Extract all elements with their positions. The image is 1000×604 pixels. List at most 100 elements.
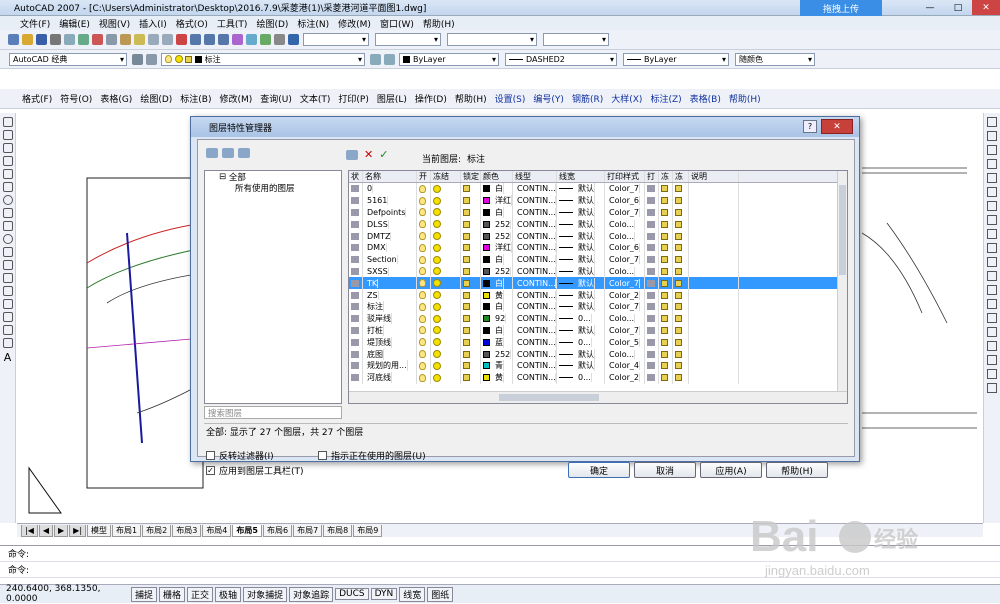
layer-name-cell[interactable]: 河底线 (363, 371, 417, 384)
layer-plotstyle-cell[interactable]: Color_7 (605, 183, 645, 195)
stretch-icon[interactable] (987, 229, 997, 239)
layer-row[interactable]: 驳岸线 92 CONTIN... 0... Colo... (349, 312, 847, 325)
layer-linetype-cell[interactable]: CONTIN... (513, 218, 557, 231)
layer-description-cell[interactable] (689, 289, 739, 301)
match-properties-icon[interactable] (133, 34, 145, 45)
layer-new-vp-freeze-cell[interactable] (673, 194, 689, 207)
new-group-filter-icon[interactable] (222, 148, 234, 158)
revision-cloud-icon[interactable] (2, 208, 13, 218)
layer-vp-freeze-cell[interactable] (659, 206, 673, 219)
invert-filter-box[interactable] (206, 451, 215, 460)
pan-icon[interactable] (175, 34, 187, 45)
tab-layout1[interactable]: 布局1 (112, 524, 142, 537)
properties-icon[interactable] (231, 34, 243, 45)
menu-file[interactable]: 文件(F) (20, 17, 50, 30)
table-icon[interactable] (2, 338, 13, 348)
layer-row[interactable]: Section 白 CONTIN... 默认 Color_7 (349, 253, 847, 266)
layer-plot-cell[interactable] (645, 241, 659, 254)
mirror-icon[interactable] (987, 145, 997, 155)
redo-icon[interactable] (161, 34, 173, 45)
layer-linetype-cell[interactable]: CONTIN... (513, 348, 557, 360)
layer-status-cell[interactable] (349, 241, 363, 254)
col-on[interactable]: 开 (417, 171, 431, 182)
layer-row[interactable]: Defpoints 白 CONTIN... 默认 Color_7 (349, 206, 847, 219)
arc-icon[interactable] (2, 182, 13, 192)
layer-new-vp-freeze-cell[interactable] (673, 359, 689, 372)
layer-description-cell[interactable] (689, 277, 739, 290)
layer-plotstyle-cell[interactable]: Colo... (605, 348, 645, 360)
layer-freeze-cell[interactable] (431, 289, 461, 301)
layer-linetype-cell[interactable]: CONTIN... (513, 241, 557, 254)
layer-new-vp-freeze-cell[interactable] (673, 277, 689, 290)
layer-freeze-cell[interactable] (431, 336, 461, 349)
layer-plotstyle-cell[interactable]: Color_2 (605, 289, 645, 301)
explode-icon[interactable] (987, 341, 997, 351)
workspace-combo[interactable]: AutoCAD 经典 (9, 52, 127, 66)
linetype-combo[interactable]: DASHED2 (505, 52, 617, 66)
layer-new-vp-freeze-cell[interactable] (673, 230, 689, 242)
layer-lock-cell[interactable] (461, 194, 481, 207)
tab-last-button[interactable]: ▶| (69, 524, 87, 537)
layer-plotstyle-cell[interactable]: Color_6 (605, 241, 645, 254)
layer-color-cell[interactable]: 92 (481, 312, 513, 325)
col-plotstyle[interactable]: 打印样式 (605, 171, 645, 182)
copy-object-icon[interactable] (987, 131, 997, 141)
layer-on-cell[interactable] (417, 218, 431, 231)
zoom-window-icon[interactable] (203, 34, 215, 45)
layer-freeze-cell[interactable] (431, 183, 461, 195)
layer-search-input[interactable]: 搜索图层 (204, 406, 342, 419)
hscroll-thumb[interactable] (499, 394, 599, 401)
layer-status-cell[interactable] (349, 371, 363, 384)
construction-line-icon[interactable] (2, 130, 13, 140)
layer-plotstyle-cell[interactable]: Colo... (605, 312, 645, 325)
layer-status-cell[interactable] (349, 183, 363, 195)
layer-color-cell[interactable]: 白 (481, 277, 513, 290)
layer-plot-cell[interactable] (645, 194, 659, 207)
layer-vp-freeze-cell[interactable] (659, 277, 673, 290)
layer-plotstyle-cell[interactable]: Color_6 (605, 194, 645, 207)
tab-layout6[interactable]: 布局6 (262, 524, 293, 537)
dim-icon[interactable] (987, 383, 997, 393)
layer-name-cell[interactable]: 底图 (363, 348, 417, 360)
layer-color-cell[interactable]: 252 (481, 348, 513, 360)
tb-table2[interactable]: 表格(B) (690, 92, 721, 105)
tool-palettes-icon[interactable] (259, 34, 271, 45)
layer-new-vp-freeze-cell[interactable] (673, 253, 689, 266)
layer-plotstyle-cell[interactable]: Colo... (605, 230, 645, 242)
layer-vp-freeze-cell[interactable] (659, 241, 673, 254)
layer-color-cell[interactable]: 黄 (481, 371, 513, 384)
layer-linetype-cell[interactable]: CONTIN... (513, 230, 557, 242)
layer-lineweight-cell[interactable]: 默认 (557, 359, 605, 372)
dyn-toggle[interactable]: DYN (370, 588, 398, 600)
layer-status-cell[interactable] (349, 300, 363, 313)
join-icon[interactable] (987, 299, 997, 309)
menu-edit[interactable]: 编辑(E) (59, 17, 90, 30)
layer-list-vscroll[interactable] (837, 171, 847, 391)
save-icon[interactable] (35, 34, 47, 45)
layer-vp-freeze-cell[interactable] (659, 300, 673, 313)
layer-name-cell[interactable]: 0 (363, 183, 417, 195)
layer-lock-cell[interactable] (461, 230, 481, 242)
layer-on-cell[interactable] (417, 371, 431, 384)
polar-toggle[interactable]: 极轴 (215, 586, 242, 602)
array-icon[interactable] (987, 173, 997, 183)
layer-plotstyle-cell[interactable]: Colo... (605, 218, 645, 231)
layer-lock-cell[interactable] (461, 218, 481, 231)
workspace-settings-icon[interactable] (131, 53, 143, 65)
ortho-toggle[interactable]: 正交 (187, 586, 214, 602)
layer-color-cell[interactable]: 白 (481, 206, 513, 219)
layer-name-cell[interactable]: 规划的用... (363, 359, 417, 372)
layer-vp-freeze-cell[interactable] (659, 324, 673, 337)
layer-lock-cell[interactable] (461, 289, 481, 301)
col-description[interactable]: 说明 (689, 171, 739, 182)
layer-name-cell[interactable]: 驳岸线 (363, 312, 417, 325)
ok-button[interactable]: 确定 (568, 462, 630, 478)
layer-plot-cell[interactable] (645, 253, 659, 266)
chamfer-icon[interactable] (987, 313, 997, 323)
layer-description-cell[interactable] (689, 300, 739, 313)
tb-rebar[interactable]: 钢筋(R) (572, 92, 603, 105)
layer-plotstyle-cell[interactable]: Color_7 (605, 277, 645, 290)
layer-linetype-cell[interactable]: CONTIN... (513, 289, 557, 301)
layer-lineweight-cell[interactable]: 默认 (557, 289, 605, 301)
layer-lock-cell[interactable] (461, 206, 481, 219)
